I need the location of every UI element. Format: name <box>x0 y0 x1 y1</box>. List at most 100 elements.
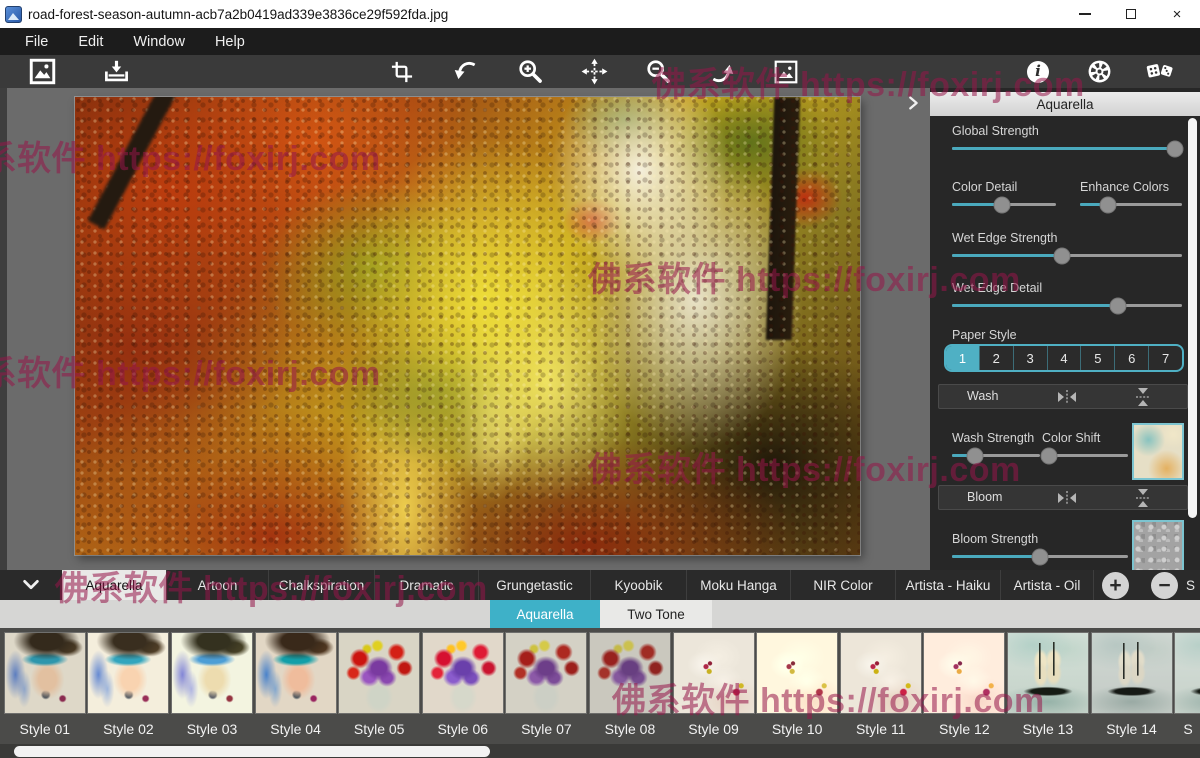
style-preset-7[interactable]: Style 07 <box>505 628 589 744</box>
random-icon[interactable] <box>1146 58 1174 86</box>
flip-vertical-icon[interactable] <box>1135 387 1151 412</box>
style-preset-13[interactable]: Style 13 <box>1006 628 1090 744</box>
open-image-icon[interactable] <box>28 58 56 86</box>
orchid-watercolor-thumbnail[interactable] <box>757 633 837 713</box>
info-icon[interactable]: i <box>1024 58 1052 86</box>
edited-image-preview[interactable] <box>75 97 860 555</box>
minimize-button[interactable] <box>1062 0 1108 28</box>
preset-tab-aquarella[interactable]: Aquarella <box>62 570 166 600</box>
flip-vertical-icon[interactable] <box>1135 488 1151 513</box>
wash-strength-slider[interactable]: Wash Strength <box>952 431 1040 457</box>
panel-expand-chevron-icon[interactable] <box>902 92 924 114</box>
styles-scrollbar-thumb[interactable] <box>14 746 490 757</box>
flower-bouquet-watercolor-thumbnail[interactable] <box>423 633 503 713</box>
zoom-out-icon[interactable] <box>644 58 672 86</box>
color-detail-slider[interactable]: Color Detail <box>952 180 1056 206</box>
portrait-woman-watercolor-thumbnail[interactable] <box>256 633 336 713</box>
portrait-woman-watercolor-thumbnail[interactable] <box>5 633 85 713</box>
menu-window[interactable]: Window <box>118 28 200 55</box>
portrait-woman-watercolor-thumbnail[interactable] <box>172 633 252 713</box>
maximize-button[interactable] <box>1108 0 1154 28</box>
style-preset-4[interactable]: Style 04 <box>254 628 338 744</box>
color-shift-slider[interactable]: Color Shift <box>1042 431 1128 457</box>
slider-thumb[interactable] <box>1054 247 1071 264</box>
wash-texture-preview[interactable] <box>1132 423 1184 480</box>
preset-tab-artoon[interactable]: Artoon <box>166 570 268 600</box>
style-preset-12[interactable]: Style 12 <box>923 628 1007 744</box>
paper-style-option-3[interactable]: 3 <box>1013 346 1047 370</box>
menu-file[interactable]: File <box>10 28 63 55</box>
style-preset-14[interactable]: Style 14 <box>1090 628 1174 744</box>
paper-style-option-2[interactable]: 2 <box>979 346 1013 370</box>
style-preset-2[interactable]: Style 02 <box>87 628 171 744</box>
sailing-ship-watercolor-thumbnail[interactable] <box>1175 633 1200 713</box>
style-preset-8[interactable]: Style 08 <box>588 628 672 744</box>
compare-image-icon[interactable] <box>772 58 800 86</box>
flip-horizontal-icon[interactable] <box>1057 389 1077 410</box>
paper-style-option-5[interactable]: 5 <box>1080 346 1114 370</box>
preset-tab-grungetastic[interactable]: Grungetastic <box>478 570 590 600</box>
style-preset-9[interactable]: Style 09 <box>672 628 756 744</box>
close-button[interactable]: × <box>1154 0 1200 28</box>
panel-scrollbar[interactable] <box>1188 118 1197 518</box>
wet-edge-detail-slider[interactable]: Wet Edge Detail <box>952 281 1182 307</box>
preset-tab-kyoobik[interactable]: Kyoobik <box>590 570 686 600</box>
style-preset-3[interactable]: Style 03 <box>170 628 254 744</box>
paper-style-option-1[interactable]: 1 <box>946 346 979 370</box>
redo-icon[interactable] <box>708 58 736 86</box>
slider-thumb[interactable] <box>966 447 983 464</box>
style-preset-5[interactable]: Style 05 <box>337 628 421 744</box>
style-preset-6[interactable]: Style 06 <box>421 628 505 744</box>
add-preset-button[interactable]: + <box>1102 572 1129 599</box>
bloom-texture-preview[interactable] <box>1132 520 1184 570</box>
orchid-watercolor-thumbnail[interactable] <box>674 633 754 713</box>
flower-bouquet-watercolor-thumbnail[interactable] <box>590 633 670 713</box>
undo-icon[interactable] <box>452 58 480 86</box>
sailing-ship-watercolor-thumbnail[interactable] <box>1008 633 1088 713</box>
style-preset-1[interactable]: Style 01 <box>3 628 87 744</box>
preset-tab-dramatic[interactable]: Dramatic <box>374 570 478 600</box>
slider-thumb[interactable] <box>1040 447 1057 464</box>
crop-icon[interactable] <box>388 58 416 86</box>
styles-scrollbar-track[interactable] <box>0 744 1200 758</box>
style-preset-10[interactable]: Style 10 <box>755 628 839 744</box>
paper-style-option-7[interactable]: 7 <box>1148 346 1182 370</box>
orchid-watercolor-thumbnail[interactable] <box>841 633 921 713</box>
slider-thumb[interactable] <box>993 196 1010 213</box>
enhance-colors-slider[interactable]: Enhance Colors <box>1080 180 1182 206</box>
preset-tab-artista-haiku[interactable]: Artista - Haiku <box>895 570 1000 600</box>
global-strength-slider[interactable]: Global Strength <box>952 124 1182 150</box>
preset-tab-moku-hanga[interactable]: Moku Hanga <box>686 570 790 600</box>
flip-horizontal-icon[interactable] <box>1057 490 1077 511</box>
menu-help[interactable]: Help <box>200 28 260 55</box>
slider-thumb[interactable] <box>1099 196 1116 213</box>
preset-tab-nir-color[interactable]: NIR Color <box>790 570 895 600</box>
wash-section-bar[interactable]: Wash <box>938 384 1188 409</box>
wet-edge-strength-slider[interactable]: Wet Edge Strength <box>952 231 1182 257</box>
settings-icon[interactable] <box>1085 58 1113 86</box>
move-icon[interactable] <box>580 58 608 86</box>
portrait-woman-watercolor-thumbnail[interactable] <box>88 633 168 713</box>
slider-thumb[interactable] <box>1032 548 1049 565</box>
preset-tab-artista-oil[interactable]: Artista - Oil <box>1000 570 1093 600</box>
orchid-watercolor-thumbnail[interactable] <box>924 633 1004 713</box>
subtab-two-tone[interactable]: Two Tone <box>600 600 712 628</box>
slider-thumb[interactable] <box>1167 140 1184 157</box>
style-preset-15[interactable]: S <box>1173 628 1200 744</box>
style-preset-11[interactable]: Style 11 <box>839 628 923 744</box>
save-image-icon[interactable] <box>102 58 130 86</box>
bloom-strength-slider[interactable]: Bloom Strength <box>952 532 1128 558</box>
flower-bouquet-watercolor-thumbnail[interactable] <box>506 633 586 713</box>
zoom-in-icon[interactable] <box>516 58 544 86</box>
collapse-tray-chevron-icon[interactable] <box>0 570 62 600</box>
remove-preset-button[interactable]: − <box>1151 572 1178 599</box>
paper-style-option-6[interactable]: 6 <box>1114 346 1148 370</box>
sailing-ship-watercolor-thumbnail[interactable] <box>1092 633 1172 713</box>
bloom-section-bar[interactable]: Bloom <box>938 485 1188 510</box>
paper-style-option-4[interactable]: 4 <box>1047 346 1081 370</box>
subtab-aquarella[interactable]: Aquarella <box>490 600 600 628</box>
preset-tab-chalkspiration[interactable]: Chalkspiration <box>268 570 374 600</box>
slider-thumb[interactable] <box>1109 297 1126 314</box>
menu-edit[interactable]: Edit <box>63 28 118 55</box>
flower-bouquet-watercolor-thumbnail[interactable] <box>339 633 419 713</box>
